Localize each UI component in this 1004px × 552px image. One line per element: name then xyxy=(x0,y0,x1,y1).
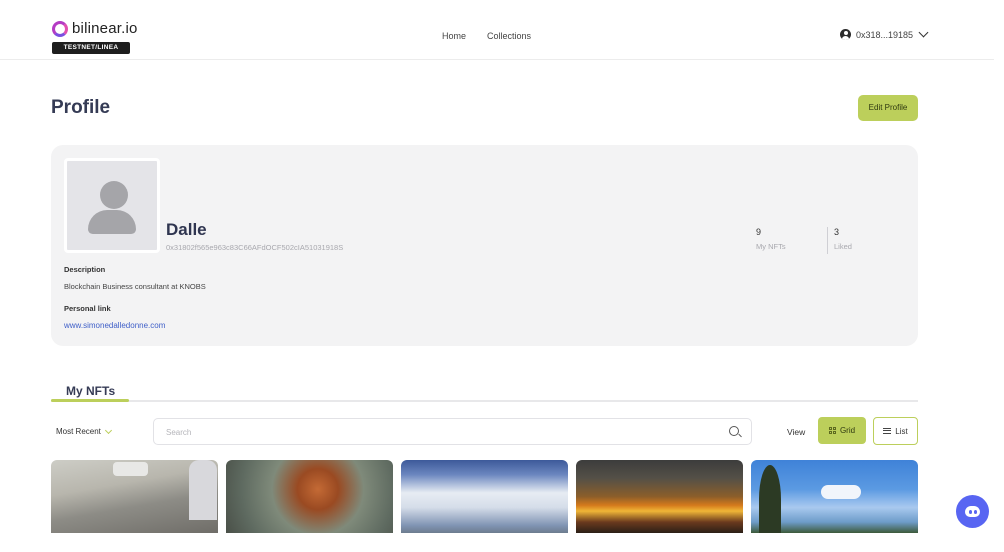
nav-home[interactable]: Home xyxy=(442,31,466,41)
personal-link-label: Personal link xyxy=(64,304,111,313)
list-view-button[interactable]: List xyxy=(873,417,918,445)
nfts-count-label: My NFTs xyxy=(756,242,786,251)
nav-collections[interactable]: Collections xyxy=(487,31,531,41)
list-icon xyxy=(883,428,892,434)
search-box xyxy=(153,418,752,445)
stats-divider xyxy=(827,227,828,254)
logo-ring-icon xyxy=(52,20,68,37)
liked-count-label: Liked xyxy=(834,242,852,251)
nfts-count: 9 xyxy=(756,227,762,237)
tab-my-nfts[interactable]: My NFTs xyxy=(66,384,115,398)
tabs-divider xyxy=(51,400,918,402)
sort-dropdown[interactable]: Most Recent xyxy=(56,426,112,436)
description-label: Description xyxy=(64,265,106,274)
sort-label: Most Recent xyxy=(56,427,101,436)
description-text: Blockchain Business consultant at KNOBS xyxy=(64,282,206,291)
grid-view-label: Grid xyxy=(839,426,856,435)
grid-icon xyxy=(828,427,836,434)
liked-count: 3 xyxy=(834,227,840,237)
search-input[interactable] xyxy=(166,426,706,438)
top-header: bilinear.io TESTNET/LINEA Home Collectio… xyxy=(0,0,994,60)
profile-card: Dalle 0x31802f565e963c83C66AFdOCF502cIA5… xyxy=(51,145,918,346)
account-address: 0x318...19185 xyxy=(856,29,914,40)
nft-card-image[interactable] xyxy=(226,460,393,533)
chevron-down-icon xyxy=(918,27,929,38)
avatar-placeholder-body xyxy=(88,210,136,234)
network-badge: TESTNET/LINEA xyxy=(52,42,130,54)
nft-card-image[interactable] xyxy=(751,460,918,533)
discord-icon xyxy=(965,506,980,517)
search-icon[interactable] xyxy=(729,426,739,436)
grid-view-button[interactable]: Grid xyxy=(818,417,866,444)
profile-name: Dalle xyxy=(166,220,207,239)
nft-card-image[interactable] xyxy=(51,460,218,533)
avatar xyxy=(64,158,160,253)
discord-button[interactable] xyxy=(956,495,989,528)
personal-link[interactable]: www.simonedalledonne.com xyxy=(64,321,165,330)
chevron-down-icon xyxy=(104,426,112,434)
nft-card-image[interactable] xyxy=(401,460,568,533)
user-circle-icon xyxy=(840,29,851,40)
view-label: View xyxy=(787,427,806,437)
logo-text: bilinear.io xyxy=(72,20,138,37)
edit-profile-button[interactable]: Edit Profile xyxy=(858,95,918,121)
avatar-placeholder-icon xyxy=(100,181,128,209)
logo[interactable]: bilinear.io xyxy=(52,20,138,37)
active-tab-indicator xyxy=(51,399,129,402)
account-menu[interactable]: 0x318...19185 xyxy=(840,27,929,40)
page-title: Profile xyxy=(51,97,111,118)
nft-card-image[interactable] xyxy=(576,460,743,533)
profile-address: 0x31802f565e963c83C66AFdOCF502cIA5103191… xyxy=(166,243,344,252)
list-view-label: List xyxy=(895,426,908,436)
